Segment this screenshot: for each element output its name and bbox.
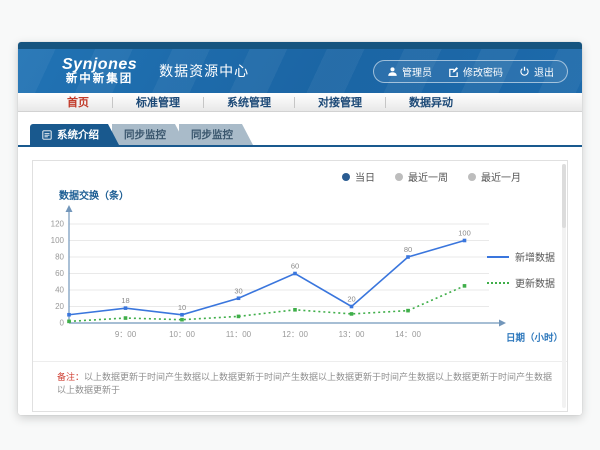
- app-header: Synjones 新中新集团 数据资源中心 管理员 修改密码 退出: [18, 49, 582, 93]
- legend-label: 更新数据: [515, 275, 555, 290]
- tab-label: 系统介绍: [57, 127, 99, 142]
- radio-unselected-icon: [395, 173, 403, 181]
- svg-text:18: 18: [121, 296, 129, 305]
- admin-user-button[interactable]: 管理员: [387, 64, 432, 79]
- edit-icon: [448, 66, 459, 77]
- user-icon: [387, 66, 398, 77]
- radio-label: 当日: [355, 169, 375, 184]
- dotted-line-icon: [487, 282, 509, 284]
- logo-text-en: Synjones: [62, 57, 137, 74]
- svg-text:40: 40: [55, 286, 64, 295]
- legend-item-update-data: 更新数据: [487, 275, 555, 290]
- nav-item-home[interactable]: 首页: [44, 94, 112, 110]
- svg-text:日期（小时）: 日期（小时）: [506, 332, 563, 344]
- page-card: Synjones 新中新集团 数据资源中心 管理员 修改密码 退出: [18, 42, 582, 415]
- tab-system-intro[interactable]: 系统介绍: [30, 124, 119, 145]
- radio-last-month[interactable]: 最近一月: [468, 169, 521, 184]
- svg-text:100: 100: [51, 236, 65, 245]
- svg-text:14：00: 14：00: [395, 330, 421, 339]
- radio-label: 最近一周: [408, 169, 448, 184]
- nav-item-system-mgmt[interactable]: 系统管理: [204, 94, 294, 110]
- svg-text:10: 10: [178, 303, 186, 312]
- svg-text:60: 60: [291, 262, 299, 271]
- svg-text:120: 120: [51, 220, 65, 229]
- content-area: 系统介绍 同步监控 同步监控 当日 最近一周: [18, 112, 582, 415]
- nav-item-standard-mgmt[interactable]: 标准管理: [113, 94, 203, 110]
- radio-today[interactable]: 当日: [342, 169, 375, 184]
- svg-text:11：00: 11：00: [226, 330, 252, 339]
- svg-text:10：00: 10：00: [169, 330, 195, 339]
- company-logo: Synjones 新中新集团: [62, 57, 137, 86]
- tab-label: 同步监控: [124, 127, 166, 142]
- svg-text:100: 100: [458, 229, 471, 238]
- nav-item-interface-mgmt[interactable]: 对接管理: [295, 94, 385, 110]
- legend-item-new-data: 新增数据: [487, 249, 555, 264]
- logo-text-cn: 新中新集团: [62, 73, 137, 85]
- legend-label: 新增数据: [515, 249, 555, 264]
- tab-sync-monitor-2[interactable]: 同步监控: [179, 124, 253, 145]
- svg-text:9：00: 9：00: [115, 330, 137, 339]
- document-icon: [42, 130, 52, 140]
- time-range-filter: 当日 最近一周 最近一月: [33, 161, 567, 184]
- svg-text:80: 80: [404, 245, 412, 254]
- svg-text:30: 30: [234, 286, 242, 295]
- radio-last-week[interactable]: 最近一周: [395, 169, 448, 184]
- svg-text:13：00: 13：00: [339, 330, 365, 339]
- svg-text:80: 80: [55, 253, 64, 262]
- change-password-label: 修改密码: [463, 64, 503, 79]
- admin-user-label: 管理员: [402, 64, 432, 79]
- nav-item-data-change[interactable]: 数据异动: [386, 94, 476, 110]
- panel-scrollbar[interactable]: [562, 164, 566, 408]
- svg-text:12：00: 12：00: [282, 330, 308, 339]
- tab-label: 同步监控: [191, 127, 233, 142]
- footnote-prefix: 备注：: [57, 372, 84, 382]
- radio-unselected-icon: [468, 173, 476, 181]
- chart-panel: 当日 最近一周 最近一月 数据交换（条） 0 20 40 60 80 100 120 9：00…: [32, 160, 568, 412]
- y-axis-title: 数据交换（条）: [59, 187, 567, 202]
- chart-legend: 新增数据 更新数据: [487, 249, 555, 290]
- main-nav: 首页 标准管理 系统管理 对接管理 数据异动: [18, 93, 582, 112]
- header-actions: 管理员 修改密码 退出: [373, 60, 568, 83]
- tab-sync-monitor-1[interactable]: 同步监控: [112, 124, 186, 145]
- tab-bar: 系统介绍 同步监控 同步监控: [18, 112, 582, 145]
- svg-text:0: 0: [60, 319, 65, 328]
- solid-line-icon: [487, 256, 509, 258]
- svg-text:20: 20: [55, 302, 64, 311]
- change-password-button[interactable]: 修改密码: [448, 64, 503, 79]
- power-icon: [519, 66, 530, 77]
- tab-underline: [18, 145, 582, 147]
- scrollbar-thumb[interactable]: [562, 164, 566, 228]
- radio-selected-icon: [342, 173, 350, 181]
- app-title: 数据资源中心: [159, 61, 249, 81]
- footnote-text: 以上数据更新于时间产生数据以上数据更新于时间产生数据以上数据更新于时间产生数据以…: [57, 372, 552, 395]
- logout-label: 退出: [534, 64, 554, 79]
- logout-button[interactable]: 退出: [519, 64, 554, 79]
- radio-label: 最近一月: [481, 169, 521, 184]
- top-strip: [18, 42, 582, 49]
- svg-text:60: 60: [55, 269, 64, 278]
- svg-text:20: 20: [347, 295, 355, 304]
- footnote: 备注：以上数据更新于时间产生数据以上数据更新于时间产生数据以上数据更新于时间产生…: [33, 361, 567, 396]
